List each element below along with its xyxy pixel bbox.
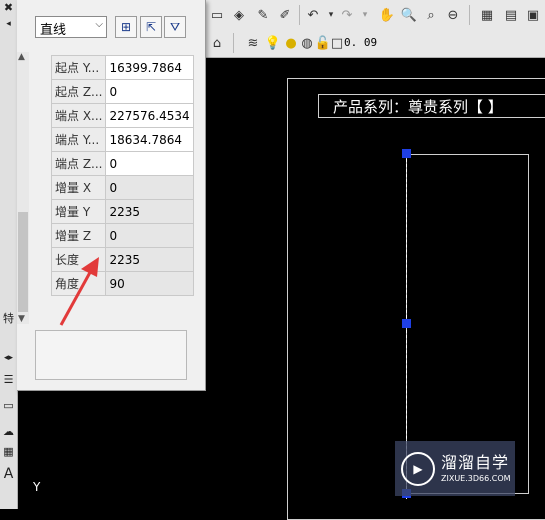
play-logo-icon: ▶ [401,451,435,486]
funnel-icon: ⛛ [169,19,181,34]
property-label: 起点 Z... [50,79,107,104]
property-value: 0 [105,223,194,248]
toolbar-separator [299,5,300,25]
property-value[interactable]: 227576.4534 [105,103,194,128]
start-grip[interactable] [402,149,411,158]
quick-select-button[interactable]: ⛛ [164,16,186,38]
property-label: 端点 X... [50,103,107,128]
property-label: 增量 Z [50,223,107,248]
left-tool-strip: ✖ ◂ 特 ◂▸ ☰ ▭ ☁ ▦ A [0,0,18,509]
properties-icon[interactable]: ▦ [477,5,497,25]
text-icon[interactable]: A [1,466,16,482]
watermark-brand: 溜溜自学 [441,452,510,472]
close-icon[interactable]: ✖ [1,0,16,15]
toolbar-separator [469,5,470,25]
pickadd-icon: ⊞ [120,20,132,34]
object-type-value: 直线 [40,23,67,38]
revcloud-icon[interactable]: ☁ [1,424,16,439]
ucs-y-label: Y [33,480,41,494]
redo-icon[interactable]: ↷ [337,5,357,25]
layer-on-bulb-icon[interactable]: 💡 [263,33,283,53]
scroll-thumb[interactable] [18,212,28,312]
property-value: 0 [105,175,194,200]
property-label: 起点 Y... [50,55,107,80]
property-value[interactable]: 18634.7864 [105,127,194,152]
toolbar-separator [233,33,234,53]
drawing-title: 产品系列：尊贵系列【 】 [318,94,545,118]
panel-menu-icon[interactable]: ◂ [1,16,16,31]
property-row[interactable]: 端点 X... 227576.4534 [50,103,194,128]
redo-dropdown-icon[interactable]: ▾ [355,5,375,25]
object-type-select[interactable]: 直线 ⌵ [35,16,107,38]
match-properties-icon[interactable]: ✐ [275,5,295,25]
ucs-y-axis: Y [33,480,40,494]
property-row[interactable]: 端点 Z... 0 [50,151,194,176]
property-value: 90 [105,271,194,296]
property-row[interactable]: 增量 X0 [50,175,194,200]
brush-icon[interactable]: ✎ [253,5,273,25]
pan-icon[interactable]: ✋ [377,5,397,25]
property-label: 增量 X [50,175,107,200]
collapse-arrows-icon[interactable]: ◂▸ [1,350,16,365]
list-icon[interactable]: ☰ [1,372,16,387]
toggle-pickadd-button[interactable]: ⊞ [115,16,137,38]
midpoint-grip[interactable] [402,319,411,328]
annotation-arrow [59,257,99,326]
property-label: 端点 Z... [50,151,107,176]
property-label: 增量 Y [50,199,107,224]
watermark: ▶ 溜溜自学 ZIXUE.3D66.COM [395,441,515,496]
property-row[interactable]: 起点 Y... 16399.7864 [50,55,194,80]
scroll-up-icon[interactable]: ▲ [18,52,25,62]
paint-bucket-icon[interactable]: ◈ [229,5,249,25]
property-value[interactable]: 0 [105,79,194,104]
scroll-down-icon[interactable]: ▼ [18,314,25,324]
table-icon[interactable]: ▦ [1,444,16,459]
description-box [35,330,187,380]
select-objects-icon: ⇱ [145,20,157,34]
panel-scrollbar[interactable]: ▲ ▼ [17,52,29,324]
property-value[interactable]: 0 [105,151,194,176]
zoom-window-icon[interactable]: ⌕ [421,5,441,25]
zoom-previous-icon[interactable]: ⊖ [443,5,463,25]
tool-palette-icon[interactable]: ▣ [523,5,543,25]
properties-palette: 直线 ⌵ ⊞ ⇱ ⛛ ▲ ▼ 起点 Y... 16399.7864 起点 Z... 0… [17,0,206,391]
property-row[interactable]: 起点 Z... 0 [50,79,194,104]
design-center-icon[interactable]: ▤ [501,5,521,25]
property-row[interactable]: 增量 Z0 [50,223,194,248]
main-toolbar: ▭ ◈ ✎ ✐ ↶ ▾ ↷ ▾ ✋ 🔍 ⌕ ⊖ ▦ ▤ ▣ [205,0,545,31]
make-object-layer-current-icon[interactable]: ⌂ [207,33,227,53]
region-icon[interactable]: ▭ [1,398,16,413]
property-value: 2235 [105,199,194,224]
lineweight-value[interactable]: 0. 09 [344,36,377,49]
watermark-url: ZIXUE.3D66.COM [441,473,511,483]
undo-icon[interactable]: ↶ [303,5,323,25]
zoom-realtime-icon[interactable]: 🔍 [399,5,419,25]
property-row[interactable]: 增量 Y 2235 [50,199,194,224]
properties-tab-icon[interactable]: 特 [1,310,16,325]
property-label: 端点 Y... [50,127,107,152]
select-objects-button[interactable]: ⇱ [140,16,162,38]
layer-manager-icon[interactable]: ≋ [243,33,263,53]
property-value: 2235 [105,247,194,272]
property-value[interactable]: 16399.7864 [105,55,194,80]
layer-toolbar: ⌂ ≋ 💡 ● ◍ 🔓 □ 0. 09 [205,30,545,58]
property-row[interactable]: 端点 Y... 18634.7864 [50,127,194,152]
chevron-down-icon: ⌵ [95,19,103,30]
rectangle-icon[interactable]: ▭ [207,5,227,25]
